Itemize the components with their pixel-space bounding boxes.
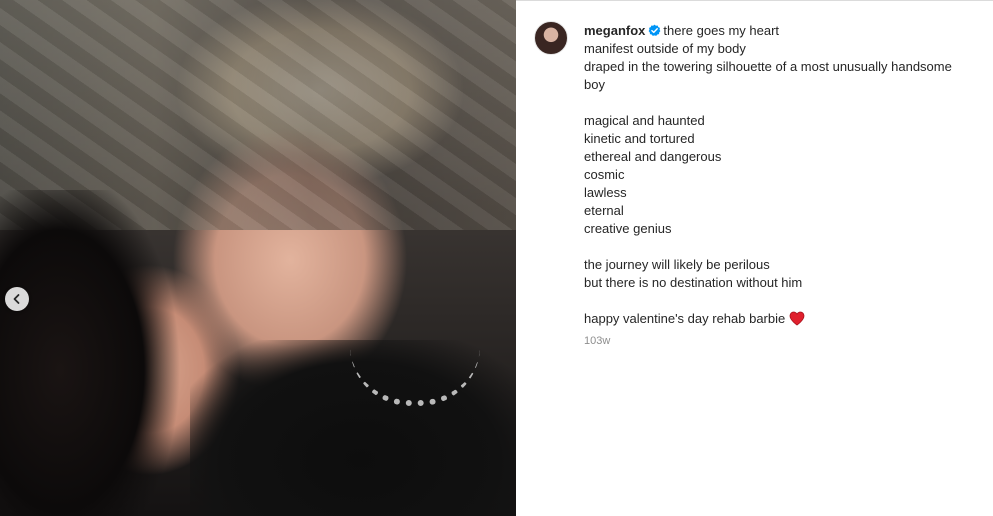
- post-caption: meganfox there goes my heart manifest ou…: [584, 22, 984, 348]
- post-photo: [0, 0, 516, 516]
- caption-header: meganfox there goes my heart: [584, 22, 984, 40]
- caption-line: cosmic: [584, 167, 625, 182]
- caption-line: manifest outside of my body: [584, 41, 746, 56]
- caption-line: draped in the towering silhouette of a m…: [584, 59, 952, 74]
- caption-line: creative genius: [584, 221, 672, 236]
- carousel-prev-button[interactable]: [5, 287, 29, 311]
- red-heart-emoji-icon: [789, 311, 805, 326]
- verified-badge-icon: [649, 24, 661, 36]
- post-timestamp[interactable]: 103w: [584, 334, 984, 348]
- caption-line: eternal: [584, 203, 624, 218]
- post-caption-panel: meganfox there goes my heart manifest ou…: [516, 0, 993, 516]
- caption-line: magical and haunted: [584, 113, 705, 128]
- username-link[interactable]: meganfox: [584, 23, 645, 38]
- caption-line: boy: [584, 77, 605, 92]
- caption-line: the journey will likely be perilous: [584, 257, 770, 272]
- caption-line: happy valentine's day rehab barbie: [584, 311, 786, 326]
- caption-line: but there is no destination without him: [584, 275, 803, 290]
- chevron-left-icon: [13, 294, 20, 304]
- caption-last-line: happy valentine's day rehab barbie: [584, 310, 984, 328]
- avatar[interactable]: [534, 21, 568, 55]
- caption-line: there goes my heart: [663, 23, 780, 38]
- caption-line: lawless: [584, 185, 627, 200]
- caption-line: kinetic and tortured: [584, 131, 695, 146]
- caption-line: ethereal and dangerous: [584, 149, 722, 164]
